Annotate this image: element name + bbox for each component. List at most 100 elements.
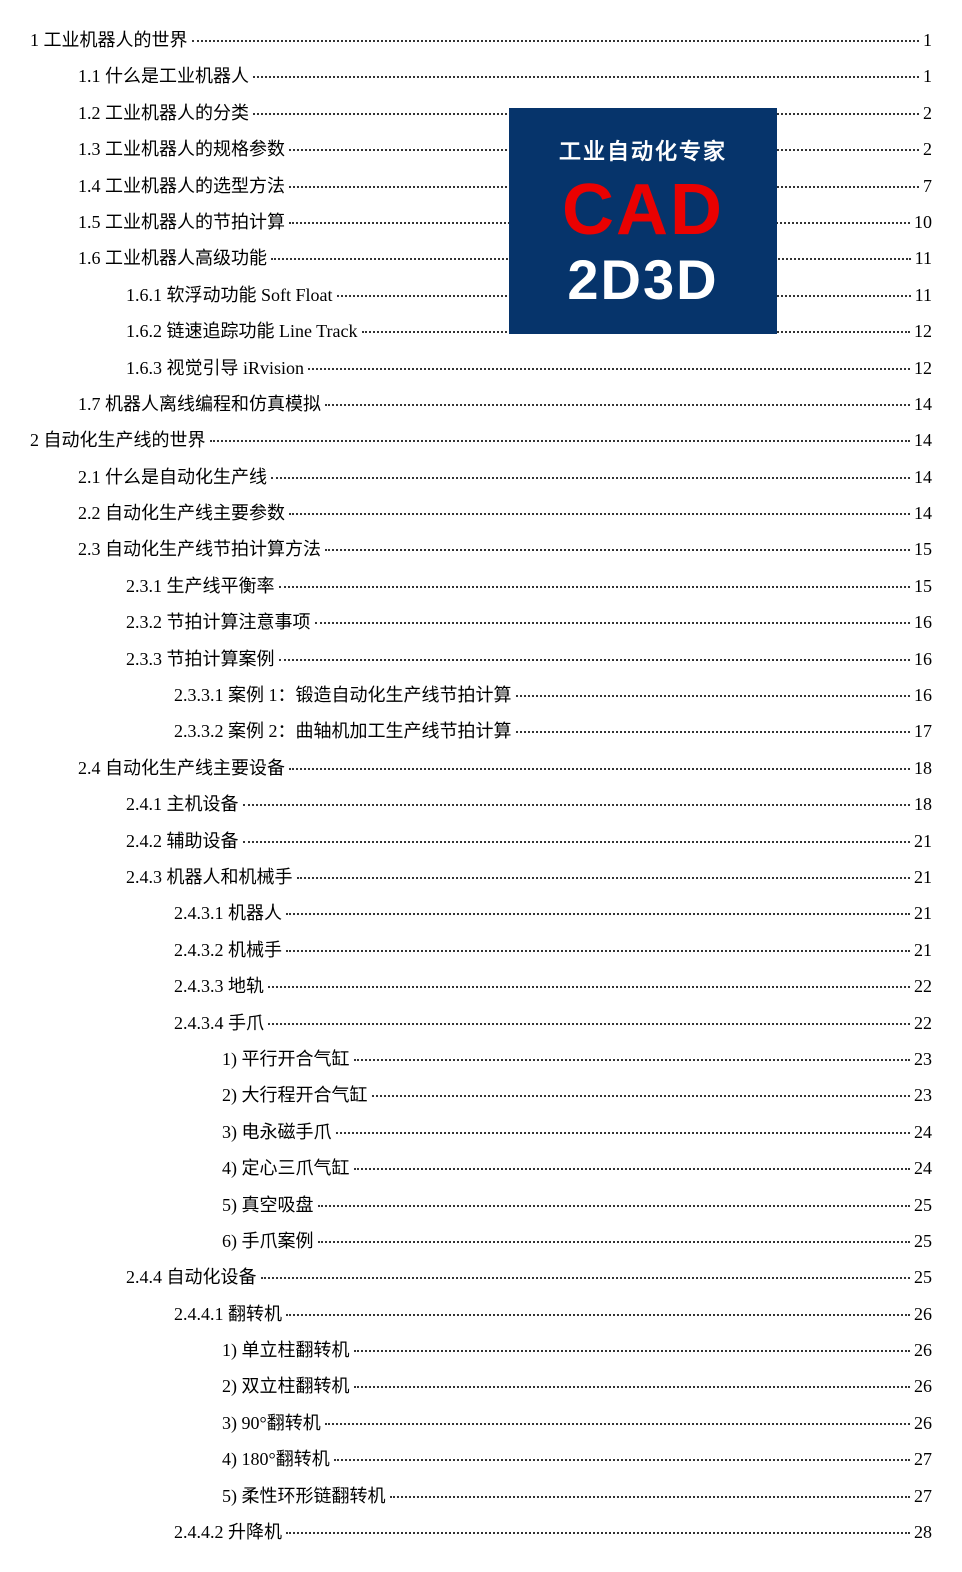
toc-label: 2.3.3.2 案例 2：曲轴机加工生产线节拍计算 [174,715,512,747]
toc-leader-dots [516,695,911,697]
toc-label: 2.4.4 自动化设备 [126,1261,257,1293]
toc-label: 1) 单立柱翻转机 [222,1334,350,1366]
toc-entry[interactable]: 5) 真空吸盘 25 [30,1189,932,1221]
toc-page-number: 15 [914,533,932,565]
toc-entry[interactable]: 2.4.4.1 翻转机26 [30,1298,932,1330]
toc-leader-dots [308,368,910,370]
toc-label: 4) 180°翻转机 [222,1443,330,1475]
toc-page-number: 24 [914,1116,932,1148]
toc-entry[interactable]: 6) 手爪案例 25 [30,1225,932,1257]
toc-entry[interactable]: 2 自动化生产线的世界14 [30,424,932,456]
toc-page-number: 1 [923,60,932,92]
toc-page-number: 17 [914,715,932,747]
toc-entry[interactable]: 4) 180°翻转机 27 [30,1443,932,1475]
toc-label: 2.4.3.2 机械手 [174,934,282,966]
toc-page-number: 16 [914,679,932,711]
toc-page-number: 22 [914,1007,932,1039]
toc-entry[interactable]: 2.3.3 节拍计算案例16 [30,643,932,675]
toc-page-number: 26 [914,1370,932,1402]
toc-leader-dots [286,950,910,952]
toc-label: 5) 真空吸盘 [222,1189,314,1221]
toc-label: 2.3.1 生产线平衡率 [126,570,275,602]
toc-label: 2.4.1 主机设备 [126,788,239,820]
toc-page-number: 18 [914,788,932,820]
toc-label: 2) 大行程开合气缸 [222,1079,368,1111]
toc-entry[interactable]: 2.4.1 主机设备 18 [30,788,932,820]
toc-entry[interactable]: 2.3.3.1 案例 1：锻造自动化生产线节拍计算 16 [30,679,932,711]
toc-entry[interactable]: 1.4 工业机器人的选型方法7 [30,170,932,202]
toc-entry[interactable]: 2) 双立柱翻转机 26 [30,1370,932,1402]
toc-entry[interactable]: 2.2 自动化生产线主要参数14 [30,497,932,529]
toc-entry[interactable]: 2.1 什么是自动化生产线14 [30,461,932,493]
toc-leader-dots [354,1168,911,1170]
toc-entry[interactable]: 2.4.3 机器人和机械手21 [30,861,932,893]
toc-entry[interactable]: 2.4.2 辅助设备21 [30,825,932,857]
toc-entry[interactable]: 2.4 自动化生产线主要设备18 [30,752,932,784]
toc-label: 2.3.3.1 案例 1：锻造自动化生产线节拍计算 [174,679,512,711]
toc-page-number: 26 [914,1334,932,1366]
toc-label: 2.4.3.4 手爪 [174,1007,264,1039]
toc-label: 2.3.3 节拍计算案例 [126,643,275,675]
toc-entry[interactable]: 1.5 工业机器人的节拍计算10 [30,206,932,238]
toc-leader-dots [390,1496,911,1498]
toc-entry[interactable]: 2.4.3.1 机器人21 [30,897,932,929]
toc-label: 1.5 工业机器人的节拍计算 [78,206,285,238]
toc-leader-dots [354,1350,911,1352]
toc-leader-dots [315,622,911,624]
toc-entry[interactable]: 2.4.3.4 手爪 22 [30,1007,932,1039]
toc-label: 1.6.1 软浮动功能 Soft Float [126,279,333,311]
toc-page-number: 15 [914,570,932,602]
toc-entry[interactable]: 1.2 工业机器人的分类 2 [30,97,932,129]
toc-page-number: 23 [914,1079,932,1111]
toc-page-number: 12 [914,352,932,384]
toc-entry[interactable]: 1.6.2 链速追踪功能 Line Track 12 [30,315,932,347]
toc-entry[interactable]: 1) 平行开合气缸 23 [30,1043,932,1075]
toc-page-number: 1 [923,24,932,56]
toc-entry[interactable]: 1.6.3 视觉引导 iRvision 12 [30,352,932,384]
toc-entry[interactable]: 2.4.4 自动化设备25 [30,1261,932,1293]
toc-page-number: 23 [914,1043,932,1075]
toc-page-number: 14 [914,497,932,529]
toc-page-number: 2 [923,97,932,129]
toc-leader-dots [325,1423,910,1425]
toc-entry[interactable]: 1.6 工业机器人高级功能11 [30,242,932,274]
toc-page-number: 14 [914,388,932,420]
toc-page-number: 28 [914,1516,932,1548]
toc-label: 2.4.4.1 翻转机 [174,1298,282,1330]
toc-label: 1.3 工业机器人的规格参数 [78,133,285,165]
toc-entry[interactable]: 2.4.3.2 机械手 21 [30,934,932,966]
toc-label: 1.6 工业机器人高级功能 [78,242,267,274]
toc-entry[interactable]: 3) 90°翻转机 26 [30,1407,932,1439]
toc-entry[interactable]: 2.4.4.2 升降机28 [30,1516,932,1548]
toc-page-number: 21 [914,897,932,929]
toc-entry[interactable]: 3) 电永磁手爪 24 [30,1116,932,1148]
toc-entry[interactable]: 1.6.1 软浮动功能 Soft Float11 [30,279,932,311]
watermark-line3: 2D3D [567,252,718,308]
toc-entry[interactable]: 2.3.1 生产线平衡率 15 [30,570,932,602]
toc-entry[interactable]: 1 工业机器人的世界1 [30,24,932,56]
toc-label: 2.4.3.3 地轨 [174,970,264,1002]
toc-leader-dots [192,40,920,42]
toc-entry[interactable]: 2.3 自动化生产线节拍计算方法15 [30,533,932,565]
toc-entry[interactable]: 2) 大行程开合气缸 23 [30,1079,932,1111]
toc-leader-dots [243,804,911,806]
toc-entry[interactable]: 1.1 什么是工业机器人1 [30,60,932,92]
toc-entry[interactable]: 5) 柔性环形链翻转机 27 [30,1480,932,1512]
toc-entry[interactable]: 1.7 机器人离线编程和仿真模拟14 [30,388,932,420]
toc-leader-dots [325,404,910,406]
toc-page-number: 25 [914,1225,932,1257]
toc-label: 2.3.2 节拍计算注意事项 [126,606,311,638]
toc-entry[interactable]: 1) 单立柱翻转机 26 [30,1334,932,1366]
toc-leader-dots [354,1386,911,1388]
toc-entry[interactable]: 2.4.3.3 地轨22 [30,970,932,1002]
toc-entry[interactable]: 2.3.2 节拍计算注意事项16 [30,606,932,638]
toc-label: 1.2 工业机器人的分类 [78,97,249,129]
toc-page-number: 21 [914,934,932,966]
toc-leader-dots [279,586,911,588]
toc-entry[interactable]: 4) 定心三爪气缸 24 [30,1152,932,1184]
toc-leader-dots [289,768,910,770]
toc-leader-dots [268,1023,910,1025]
toc-entry[interactable]: 1.3 工业机器人的规格参数2 [30,133,932,165]
toc-entry[interactable]: 2.3.3.2 案例 2：曲轴机加工生产线节拍计算 17 [30,715,932,747]
toc-page-number: 25 [914,1189,932,1221]
